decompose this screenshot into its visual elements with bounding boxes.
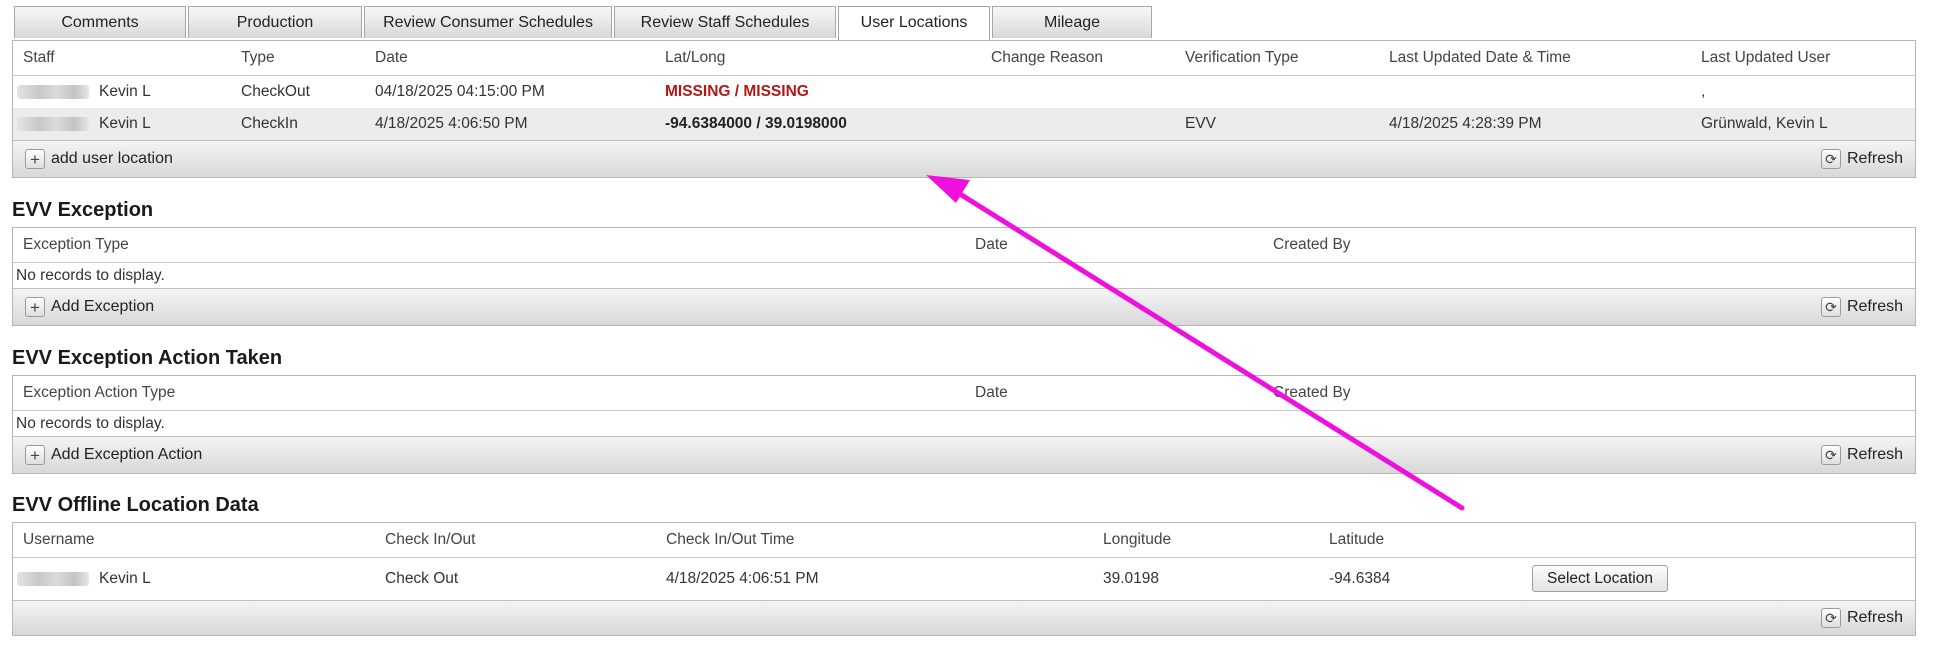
refresh-button[interactable]: ⟳ Refresh [1820, 607, 1903, 629]
cell-last-updated: 4/18/2025 4:28:39 PM [1389, 115, 1542, 132]
table-row[interactable]: Kevin L CheckIn 4/18/2025 4:06:50 PM -94… [13, 108, 1915, 140]
refresh-icon: ⟳ [1820, 148, 1841, 169]
col-change-reason[interactable]: Change Reason [991, 41, 1103, 75]
col-longitude[interactable]: Longitude [1103, 523, 1171, 557]
refresh-label: Refresh [1846, 298, 1903, 315]
add-exception-button[interactable]: + Add Exception [25, 296, 154, 318]
cell-latlong-missing: MISSING / MISSING [665, 83, 809, 100]
table-row[interactable]: Kevin L Check Out 4/18/2025 4:06:51 PM 3… [13, 558, 1915, 600]
tab-mileage[interactable]: Mileage [992, 6, 1152, 38]
grid-header: Staff Type Date Lat/Long Change Reason V… [13, 41, 1915, 76]
tab-user-locations[interactable]: User Locations [838, 6, 990, 40]
tab-review-consumer-schedules[interactable]: Review Consumer Schedules [364, 6, 612, 38]
redacted-avatar [17, 572, 89, 586]
add-user-location-button[interactable]: + add user location [25, 148, 173, 170]
col-check-time[interactable]: Check In/Out Time [666, 523, 794, 557]
redacted-avatar [17, 85, 89, 99]
evv-exception-action-title: EVV Exception Action Taken [12, 347, 283, 369]
add-exception-action-button[interactable]: + Add Exception Action [25, 444, 202, 466]
arrow-head [926, 175, 970, 203]
refresh-button[interactable]: ⟳ Refresh [1820, 148, 1903, 170]
refresh-icon: ⟳ [1820, 296, 1841, 317]
col-created-by[interactable]: Created By [1273, 376, 1351, 410]
col-last-updated-user[interactable]: Last Updated User [1701, 41, 1830, 75]
grid-header: Exception Action Type Date Created By [13, 376, 1915, 411]
evv-offline-title: EVV Offline Location Data [12, 494, 259, 516]
user-locations-grid: Staff Type Date Lat/Long Change Reason V… [12, 40, 1916, 178]
evv-offline-grid: Username Check In/Out Check In/Out Time … [12, 522, 1916, 636]
col-exception-type[interactable]: Exception Type [23, 228, 129, 262]
cell-type: CheckOut [241, 83, 310, 100]
cell-latlong: -94.6384000 / 39.0198000 [665, 115, 847, 132]
add-label: Add Exception [51, 298, 155, 315]
refresh-icon: ⟳ [1820, 607, 1841, 628]
redacted-avatar [17, 117, 89, 131]
col-check-in-out[interactable]: Check In/Out [385, 523, 475, 557]
table-row[interactable]: Kevin L CheckOut 04/18/2025 04:15:00 PM … [13, 76, 1915, 108]
tab-strip: Comments Production Review Consumer Sche… [14, 6, 1918, 40]
cell-longitude: 39.0198 [1103, 570, 1160, 587]
grid-footer: + Add Exception ⟳ Refresh [13, 288, 1915, 325]
evv-exception-action-grid: Exception Action Type Date Created By No… [12, 375, 1916, 474]
cell-date: 04/18/2025 04:15:00 PM [375, 83, 545, 100]
tab-comments[interactable]: Comments [14, 6, 186, 38]
col-verification-type[interactable]: Verification Type [1185, 41, 1298, 75]
plus-icon: + [25, 296, 45, 317]
evv-exception-title: EVV Exception [12, 199, 154, 221]
grid-footer: + add user location ⟳ Refresh [13, 140, 1915, 177]
cell-username: Kevin L [99, 570, 151, 587]
cell-last-user: , [1701, 83, 1706, 100]
col-created-by[interactable]: Created By [1273, 228, 1351, 262]
evv-exception-grid: Exception Type Date Created By No record… [12, 227, 1916, 326]
cell-check: Check Out [385, 570, 459, 587]
col-latitude[interactable]: Latitude [1329, 523, 1384, 557]
refresh-button[interactable]: ⟳ Refresh [1820, 296, 1903, 318]
cell-latitude: -94.6384 [1329, 570, 1391, 587]
grid-footer: ⟳ Refresh [13, 600, 1915, 635]
refresh-label: Refresh [1846, 609, 1903, 626]
add-label: Add Exception Action [51, 446, 203, 463]
col-type[interactable]: Type [241, 41, 275, 75]
grid-footer: + Add Exception Action ⟳ Refresh [13, 436, 1915, 473]
col-username[interactable]: Username [23, 523, 95, 557]
refresh-icon: ⟳ [1820, 444, 1841, 465]
col-date[interactable]: Date [975, 228, 1008, 262]
empty-message: No records to display. [16, 267, 165, 284]
col-last-updated[interactable]: Last Updated Date & Time [1389, 41, 1571, 75]
grid-header: Exception Type Date Created By [13, 228, 1915, 263]
grid-header: Username Check In/Out Check In/Out Time … [13, 523, 1915, 558]
col-staff[interactable]: Staff [23, 41, 55, 75]
cell-type: CheckIn [241, 115, 298, 132]
select-location-button[interactable]: Select Location [1532, 565, 1668, 592]
cell-last-user: Grünwald, Kevin L [1701, 115, 1828, 132]
col-exception-action-type[interactable]: Exception Action Type [23, 376, 175, 410]
empty-message: No records to display. [16, 415, 165, 432]
col-date[interactable]: Date [975, 376, 1008, 410]
tab-review-staff-schedules[interactable]: Review Staff Schedules [614, 6, 836, 38]
cell-staff: Kevin L [99, 115, 151, 132]
col-date[interactable]: Date [375, 41, 408, 75]
plus-icon: + [25, 444, 45, 465]
tab-production[interactable]: Production [188, 6, 362, 38]
add-label: add user location [51, 150, 173, 167]
refresh-label: Refresh [1846, 150, 1903, 167]
cell-verification-type: EVV [1185, 115, 1217, 132]
cell-date: 4/18/2025 4:06:50 PM [375, 115, 528, 132]
refresh-button[interactable]: ⟳ Refresh [1820, 444, 1903, 466]
col-latlong[interactable]: Lat/Long [665, 41, 725, 75]
cell-time: 4/18/2025 4:06:51 PM [666, 570, 819, 587]
cell-staff: Kevin L [99, 83, 151, 100]
plus-icon: + [25, 148, 45, 169]
refresh-label: Refresh [1846, 446, 1903, 463]
